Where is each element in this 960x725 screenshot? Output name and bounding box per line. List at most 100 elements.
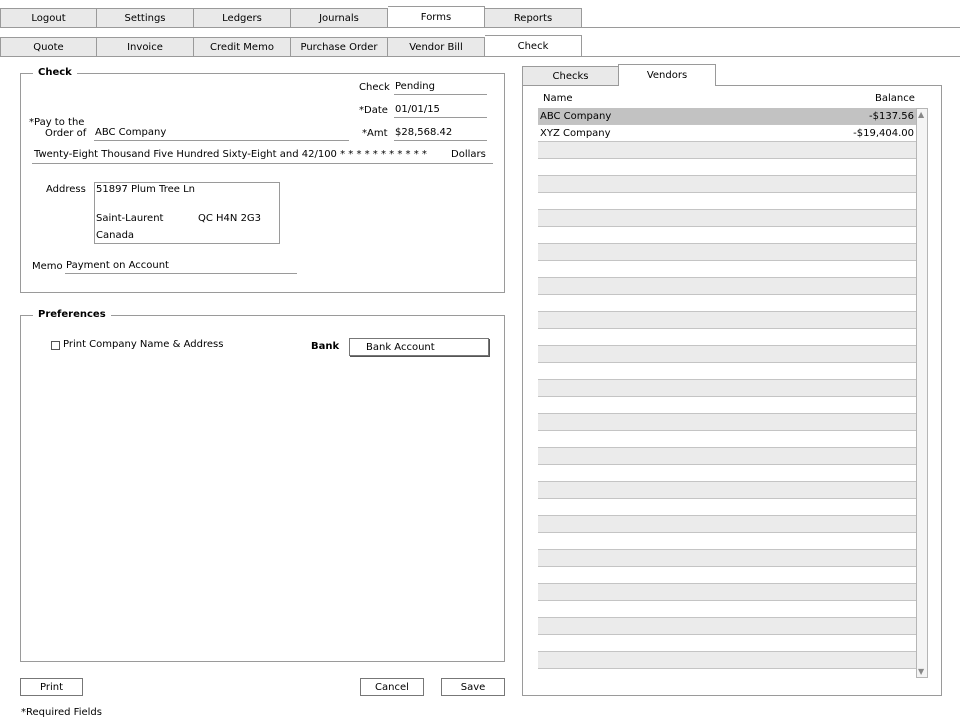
required-fields-note: *Required Fields [21,707,102,718]
table-row[interactable] [538,210,916,227]
column-header-name[interactable]: Name [543,93,573,104]
form-tab-label: Purchase Order [300,41,378,53]
table-row[interactable]: XYZ Company -$19,404.00 [538,125,916,142]
tab-journals[interactable]: Journals [291,8,388,27]
preferences-section: Preferences [20,309,505,662]
table-row[interactable] [538,652,916,669]
table-row[interactable] [538,618,916,635]
date-field[interactable]: 01/01/15 [394,104,487,118]
bank-account-button[interactable]: Bank Account [349,338,489,356]
vendor-name: ABC Company [540,110,612,122]
top-tab-divider [0,27,960,28]
vendor-balance: -$19,404.00 [853,127,914,139]
cancel-button[interactable]: Cancel [360,678,424,696]
form-tab-label: Quote [33,41,64,53]
tab-reports[interactable]: Reports [485,8,582,27]
tab-forms[interactable]: Forms [388,6,485,27]
form-tab-vendor-bill[interactable]: Vendor Bill [388,37,485,56]
table-row[interactable] [538,584,916,601]
amount-field[interactable]: $28,568.42 [394,127,487,141]
check-status-field[interactable]: Pending [394,81,487,95]
table-row[interactable] [538,346,916,363]
table-row[interactable] [538,533,916,550]
table-row[interactable] [538,448,916,465]
tab-label: Journals [319,12,359,24]
bank-label: Bank [311,341,340,352]
table-row[interactable] [538,363,916,380]
date-label: *Date [359,105,388,116]
table-row[interactable] [538,312,916,329]
tab-label: Settings [124,12,166,24]
print-button[interactable]: Print [20,678,83,696]
table-row[interactable] [538,567,916,584]
form-tab-invoice[interactable]: Invoice [97,37,194,56]
top-tab-bar: Logout Settings Ledgers Journals Forms Report… [0,6,582,27]
tab-checks[interactable]: Checks [522,66,619,86]
dollars-label: Dollars [451,149,486,160]
form-tab-check[interactable]: Check [485,35,582,56]
memo-field[interactable]: Payment on Account [65,260,297,274]
column-header-balance[interactable]: Balance [875,93,915,104]
address-country: Canada [96,230,135,241]
table-row[interactable] [538,193,916,210]
table-row[interactable] [538,601,916,618]
address-label: Address [46,184,86,195]
table-row[interactable] [538,550,916,567]
form-tab-label: Check [517,40,549,52]
table-row[interactable] [538,278,916,295]
save-button-label: Save [460,681,486,693]
preferences-legend: Preferences [33,309,111,320]
print-button-label: Print [39,681,63,693]
table-row[interactable]: ABC Company -$137.56 [538,108,916,125]
cancel-button-label: Cancel [375,681,409,693]
table-row[interactable] [538,244,916,261]
tab-settings[interactable]: Settings [97,8,194,27]
tab-label: Logout [31,12,66,24]
print-company-checkbox[interactable] [51,341,60,350]
memo-label: Memo [32,261,63,272]
table-row[interactable] [538,414,916,431]
table-row[interactable] [538,159,916,176]
tab-label: Reports [513,12,553,24]
tab-vendors[interactable]: Vendors [618,64,716,86]
amount-in-words: Twenty-Eight Thousand Five Hundred Sixty… [34,149,427,160]
bank-account-button-label: Bank Account [366,341,435,353]
tab-label: Forms [420,11,452,23]
table-row[interactable] [538,142,916,159]
table-row[interactable] [538,516,916,533]
table-row[interactable] [538,397,916,414]
table-row[interactable] [538,329,916,346]
tab-ledgers[interactable]: Ledgers [194,8,291,27]
table-row[interactable] [538,635,916,652]
payee-field[interactable]: ABC Company [94,127,349,141]
table-row[interactable] [538,499,916,516]
scroll-up-icon[interactable]: ▲ [918,110,924,119]
form-tab-label: Credit Memo [210,41,274,53]
table-row[interactable] [538,227,916,244]
address-city: Saint-Laurent [96,213,164,224]
form-tab-purchase-order[interactable]: Purchase Order [291,37,388,56]
check-status-label: Check [359,82,390,93]
save-button[interactable]: Save [441,678,505,696]
tab-label: Ledgers [222,12,262,24]
table-row[interactable] [538,295,916,312]
table-row[interactable] [538,380,916,397]
tab-logout[interactable]: Logout [0,8,97,27]
table-row[interactable] [538,431,916,448]
vendor-table: ABC Company -$137.56 XYZ Company -$19,404.0… [538,108,916,669]
table-row[interactable] [538,176,916,193]
form-tab-credit-memo[interactable]: Credit Memo [194,37,291,56]
table-row[interactable] [538,465,916,482]
check-legend: Check [33,67,77,78]
tab-vendors-label: Vendors [646,70,688,81]
address-field[interactable]: 51897 Plum Tree Ln Saint-Laurent QC H4N … [94,182,280,244]
vendor-table-scrollbar[interactable]: ▲ ▼ [916,108,928,678]
form-tab-quote[interactable]: Quote [0,37,97,56]
form-tab-bar: Quote Invoice Credit Memo Purchase Order Ven… [0,35,582,56]
address-region: QC H4N 2G3 [198,213,262,224]
vendor-name: XYZ Company [540,127,611,139]
scroll-down-icon[interactable]: ▼ [918,667,924,676]
address-line1: 51897 Plum Tree Ln [96,184,195,195]
table-row[interactable] [538,482,916,499]
table-row[interactable] [538,261,916,278]
